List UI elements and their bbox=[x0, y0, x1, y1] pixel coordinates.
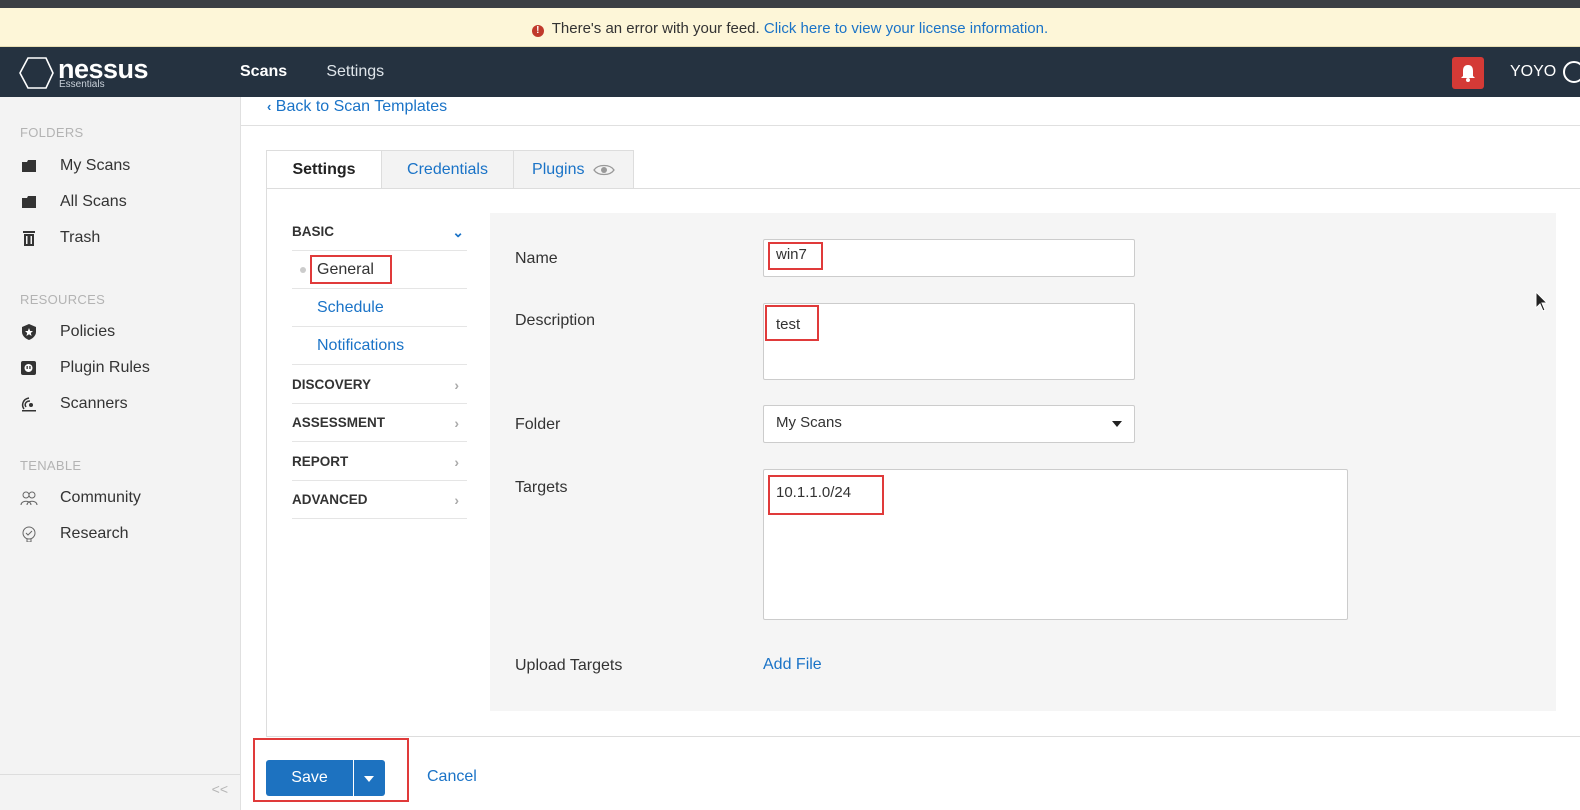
avatar[interactable] bbox=[1563, 61, 1580, 83]
scanner-icon bbox=[21, 397, 36, 412]
bell-icon bbox=[1461, 65, 1475, 82]
highlight-box bbox=[768, 242, 823, 270]
top-header: nessus Essentials Scans Settings YOYO bbox=[0, 47, 1580, 97]
license-info-link[interactable]: Click here to view your license informat… bbox=[764, 20, 1048, 37]
community-icon bbox=[20, 491, 38, 506]
notifications-button[interactable] bbox=[1452, 57, 1484, 89]
user-menu[interactable]: YOYO bbox=[1510, 47, 1556, 97]
subnav-assessment-label: ASSESSMENT bbox=[292, 415, 386, 430]
main-nav: Scans Settings bbox=[240, 47, 419, 97]
sidebar-item-label: My Scans bbox=[60, 157, 131, 174]
logo-hexagon-icon bbox=[19, 57, 54, 89]
targets-label: Targets bbox=[515, 479, 568, 496]
nav-scans[interactable]: Scans bbox=[240, 47, 287, 97]
subnav-advanced-label: ADVANCED bbox=[292, 492, 368, 507]
sidebar-item-label: Community bbox=[60, 489, 141, 506]
name-label: Name bbox=[515, 250, 558, 267]
sidebar-item-label: Policies bbox=[60, 323, 116, 340]
eye-icon bbox=[593, 164, 615, 176]
folders-heading: FOLDERS bbox=[20, 125, 84, 140]
folder-icon bbox=[22, 160, 36, 172]
sidebar: FOLDERS My Scans All Scans Trash RESOURC… bbox=[0, 97, 241, 810]
subnav-notifications[interactable]: Notifications bbox=[292, 327, 467, 365]
highlight-box bbox=[768, 475, 884, 515]
sidebar-item-label: Scanners bbox=[60, 395, 128, 412]
subnav-discovery-label: DISCOVERY bbox=[292, 377, 372, 392]
banner-message: There's an error with your feed. bbox=[551, 20, 760, 37]
subnav-report[interactable]: REPORT › bbox=[292, 443, 467, 481]
back-to-templates-link[interactable]: ‹ Back to Scan Templates bbox=[267, 98, 447, 116]
double-chevron-left-icon: << bbox=[211, 781, 228, 797]
sidebar-item-label: Trash bbox=[60, 229, 101, 246]
mouse-cursor-icon bbox=[1535, 291, 1549, 312]
feed-error-banner: ! There's an error with your feed. Click… bbox=[0, 8, 1580, 47]
subnav-discovery[interactable]: DISCOVERY › bbox=[292, 366, 467, 404]
upload-targets-label: Upload Targets bbox=[515, 657, 623, 674]
folder-select[interactable]: My Scans bbox=[763, 405, 1135, 443]
trash-icon bbox=[23, 231, 35, 246]
chevron-right-icon: › bbox=[454, 377, 459, 393]
highlight-box bbox=[310, 255, 392, 284]
top-strip bbox=[0, 0, 1580, 8]
current-dot-icon bbox=[300, 267, 306, 273]
chevron-right-icon: › bbox=[454, 492, 459, 508]
resources-heading: RESOURCES bbox=[20, 292, 106, 307]
back-link-label: Back to Scan Templates bbox=[275, 98, 448, 115]
sidebar-item-label: Research bbox=[60, 525, 129, 542]
research-icon bbox=[22, 526, 36, 542]
nav-settings[interactable]: Settings bbox=[326, 47, 384, 97]
tab-divider bbox=[266, 188, 1580, 189]
tab-plugins-label: Plugins bbox=[532, 161, 585, 178]
chevron-right-icon: › bbox=[454, 454, 459, 470]
description-label: Description bbox=[515, 312, 596, 329]
highlight-box bbox=[253, 738, 409, 802]
folder-select-value: My Scans bbox=[776, 414, 842, 431]
subnav-basic[interactable]: BASIC ⌄ bbox=[292, 213, 467, 251]
nessus-logo[interactable]: nessus Essentials bbox=[18, 53, 158, 91]
error-icon: ! bbox=[531, 25, 544, 37]
tab-settings[interactable]: Settings bbox=[266, 150, 382, 189]
footer-divider bbox=[266, 736, 1580, 737]
brand-edition: Essentials bbox=[59, 79, 105, 90]
collapse-sidebar-button[interactable]: << bbox=[0, 774, 240, 802]
content-frame-edge bbox=[266, 188, 267, 736]
policy-shield-icon bbox=[22, 324, 36, 340]
cancel-button[interactable]: Cancel bbox=[427, 768, 477, 786]
plugin-rules-icon bbox=[21, 361, 36, 375]
subnav-advanced[interactable]: ADVANCED › bbox=[292, 481, 467, 519]
tab-credentials[interactable]: Credentials bbox=[381, 150, 514, 189]
subnav-schedule[interactable]: Schedule bbox=[292, 289, 467, 327]
tenable-heading: TENABLE bbox=[20, 458, 82, 473]
folder-icon bbox=[22, 196, 36, 208]
caret-down-icon bbox=[1112, 421, 1122, 427]
chevron-down-icon: ⌄ bbox=[452, 224, 464, 240]
subnav-assessment[interactable]: ASSESSMENT › bbox=[292, 404, 467, 442]
back-bar: ‹ Back to Scan Templates bbox=[241, 97, 1580, 126]
chevron-right-icon: › bbox=[454, 415, 459, 431]
sidebar-item-label: All Scans bbox=[60, 193, 127, 210]
tab-plugins[interactable]: Plugins bbox=[513, 150, 634, 189]
general-settings-panel: Name win7 Description test Folder My Sca… bbox=[490, 213, 1556, 711]
folder-label: Folder bbox=[515, 416, 561, 433]
subnav-basic-label: BASIC bbox=[292, 224, 335, 239]
chevron-left-icon: ‹ bbox=[267, 99, 272, 114]
highlight-box bbox=[765, 305, 819, 341]
add-file-link[interactable]: Add File bbox=[763, 656, 822, 674]
subnav-report-label: REPORT bbox=[292, 454, 349, 469]
sidebar-item-label: Plugin Rules bbox=[60, 359, 150, 376]
